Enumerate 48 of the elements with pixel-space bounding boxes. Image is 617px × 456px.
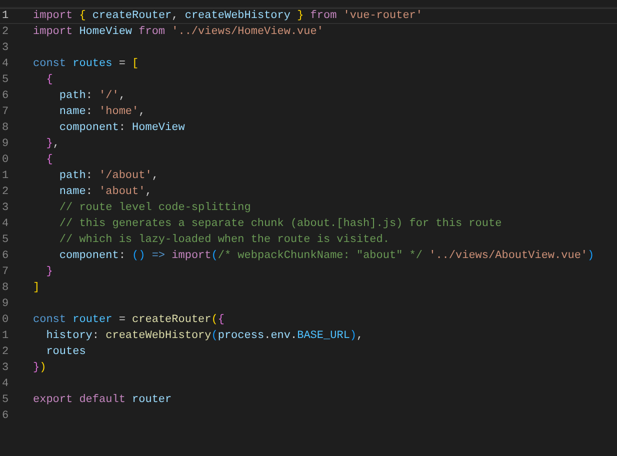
code-line: ] [33, 281, 40, 295]
line-number: 1 [1, 329, 10, 343]
line-number: 5 [1, 233, 10, 247]
line-number: 3 [1, 361, 10, 375]
line-number: 4 [1, 217, 10, 231]
code-line: // this generates a separate chunk (about.[hash].js) for this route [58, 217, 502, 231]
line-number: 4 [1, 377, 10, 391]
line-number: 5 [1, 393, 10, 407]
code-line: import HomeView from '../views/HomeView.vue' [33, 25, 324, 39]
code-line: component: HomeView [58, 121, 185, 135]
code-line: // route level code-splitting [58, 201, 251, 215]
line-number: 2 [1, 25, 10, 39]
code-line: const router = createRouter({ [33, 313, 224, 327]
line-number: 9 [1, 137, 10, 151]
code-line: name: 'about', [58, 185, 152, 199]
code-line: routes [45, 345, 86, 359]
code-line: export default router [33, 393, 172, 407]
code-line: { [45, 153, 53, 167]
line-number: 7 [1, 105, 10, 119]
code-line: }) [33, 361, 46, 375]
line-number: 7 [1, 265, 10, 279]
code-line: component: () => import(/* webpackChunkName: "about" */ '../views/AboutView.vue') [58, 249, 594, 263]
code-line: name: 'home', [58, 105, 146, 119]
code-line: path: '/', [58, 89, 126, 103]
line-number: 9 [1, 297, 10, 311]
line-number: 0 [1, 313, 10, 327]
code-line: }, [45, 137, 60, 151]
line-number: 1 [1, 9, 10, 23]
code-line: history: createWebHistory(process.env.BASE_URL), [45, 329, 364, 343]
code-line: path: '/about', [58, 169, 158, 183]
line-number: 0 [1, 153, 10, 167]
line-number: 2 [1, 345, 10, 359]
line-number: 8 [1, 281, 10, 295]
line-number: 6 [1, 409, 10, 423]
line-number: 8 [1, 121, 10, 135]
line-number: 5 [1, 73, 10, 87]
code-line: // which is lazy-loaded when the route is visited. [58, 233, 390, 247]
code-line: const routes = [ [33, 57, 139, 71]
code-line: { [45, 73, 53, 87]
line-number: 3 [1, 41, 10, 55]
line-number: 6 [1, 89, 10, 103]
line-number: 3 [1, 201, 10, 215]
line-number: 2 [1, 185, 10, 199]
code-line: import { createRouter, createWebHistory } from 'vue-router' [33, 9, 423, 23]
line-number: 4 [1, 57, 10, 71]
line-number: 6 [1, 249, 10, 263]
line-number: 1 [1, 169, 10, 183]
code-line: } [45, 265, 53, 279]
